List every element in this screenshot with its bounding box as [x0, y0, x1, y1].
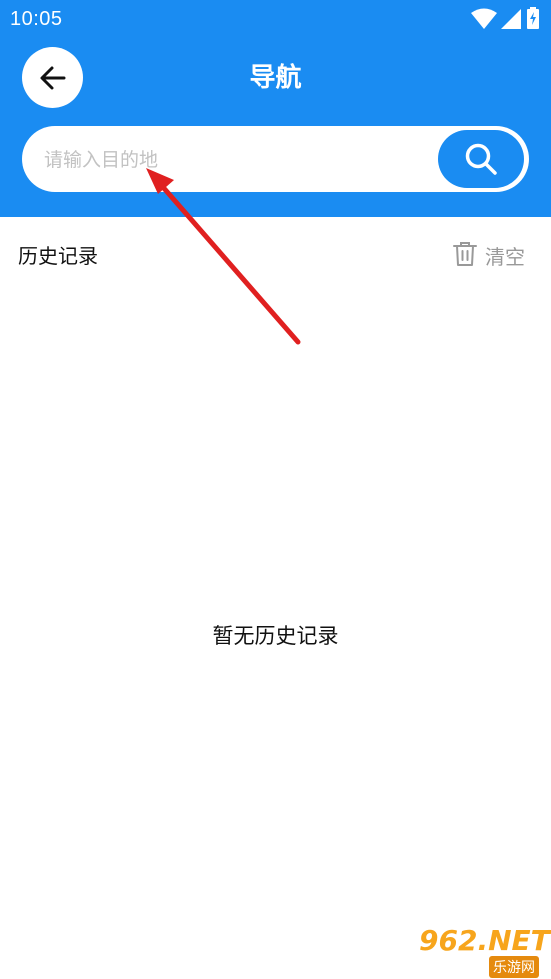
history-title: 历史记录 [18, 244, 98, 268]
search-input[interactable] [42, 126, 436, 194]
header: 10:05 导航 [0, 0, 551, 217]
status-bar: 10:05 [0, 0, 551, 40]
empty-history-text: 暂无历史记录 [212, 624, 339, 648]
watermark-sub: 乐游网 [489, 956, 539, 978]
clear-history-button[interactable]: 清空 [453, 238, 533, 270]
search-button[interactable] [438, 130, 524, 188]
signal-icon [501, 9, 521, 29]
search-icon [465, 143, 497, 175]
trash-icon [453, 242, 477, 266]
clear-label: 清空 [485, 245, 525, 269]
page-title: 导航 [249, 63, 302, 93]
battery-charging-icon [527, 7, 539, 29]
wifi-icon [471, 8, 497, 29]
search-box [22, 126, 529, 194]
status-time: 10:05 [10, 8, 63, 30]
watermark-logo: 962.NET 乐游网 [415, 922, 551, 979]
watermark-main: 962.NET [419, 924, 550, 957]
